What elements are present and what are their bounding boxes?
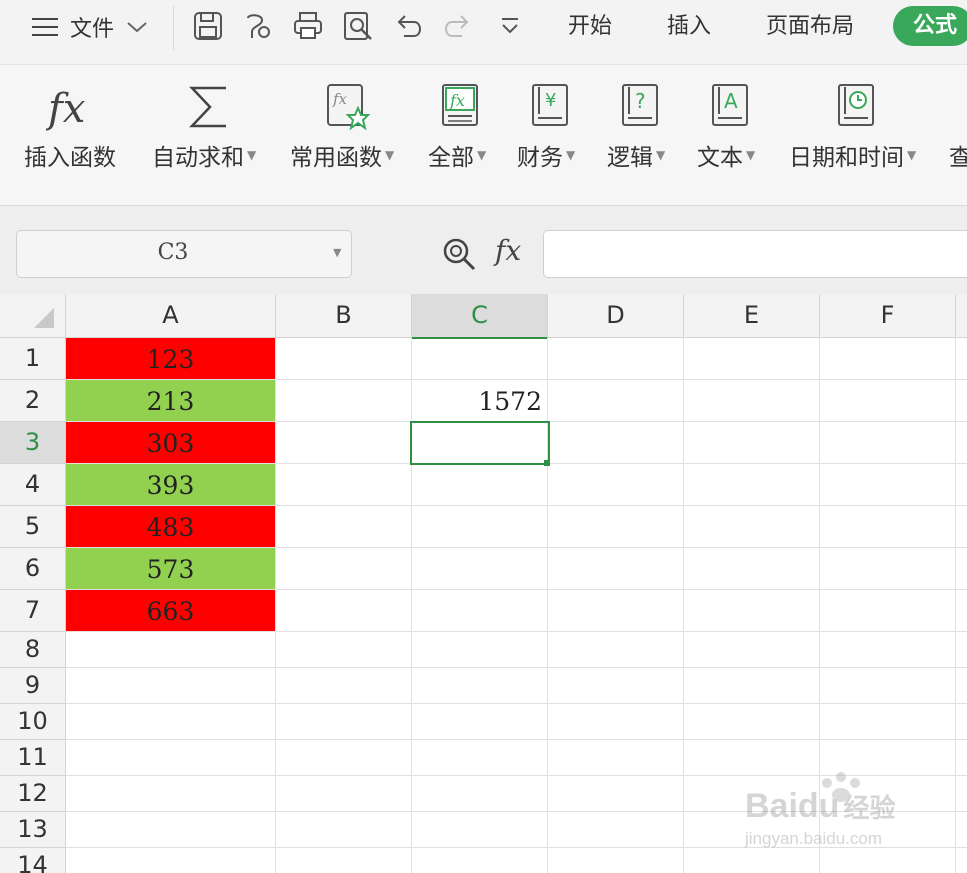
row-header-7[interactable]: 7	[0, 590, 66, 632]
watermark-suffix: 经验	[843, 793, 896, 823]
active-cell-c3[interactable]	[410, 421, 550, 465]
hamburger-icon	[32, 18, 58, 36]
financial-button[interactable]: 财务 ▼	[517, 138, 575, 172]
format-painter-icon[interactable]	[242, 10, 274, 42]
lookup-label: 查	[949, 145, 967, 171]
print-preview-icon[interactable]	[342, 10, 374, 42]
insert-function-label: 插入函数	[24, 145, 116, 171]
date-time-button[interactable]: 日期和时间 ▼	[789, 138, 916, 172]
cell-a7[interactable]: 663	[66, 590, 275, 631]
select-all-triangle-icon	[34, 308, 54, 328]
cell-a4[interactable]: 393	[66, 464, 275, 505]
tab-insert[interactable]: 插入	[667, 12, 711, 42]
file-menu-label: 文件	[70, 17, 115, 42]
caret-down-icon: ▼	[566, 148, 576, 162]
watermark-url: jingyan.baidu.com	[745, 829, 883, 848]
row-header-8[interactable]: 8	[0, 632, 66, 668]
row-header-9[interactable]: 9	[0, 668, 66, 704]
formula-input[interactable]	[543, 230, 967, 278]
row-header-3[interactable]: 3	[0, 422, 66, 464]
tab-home[interactable]: 开始	[568, 12, 612, 42]
all-functions-label: 全部	[428, 145, 474, 171]
yen-book-icon[interactable]: ¥	[530, 82, 572, 132]
undo-icon[interactable]	[392, 10, 424, 42]
row-header-11[interactable]: 11	[0, 740, 66, 776]
caret-down-icon: ▼	[385, 148, 395, 162]
row-header-6[interactable]: 6	[0, 548, 66, 590]
row-header-4[interactable]: 4	[0, 464, 66, 506]
column-header-e[interactable]: E	[684, 294, 820, 338]
svg-text:?: ?	[635, 89, 646, 113]
name-box-value: C3	[157, 240, 189, 265]
zoom-search-icon[interactable]	[441, 236, 477, 272]
sigma-icon[interactable]	[188, 82, 232, 132]
cell-c2[interactable]: 1572	[412, 380, 542, 421]
cell-a1[interactable]: 123	[66, 338, 275, 379]
chevron-down-icon	[127, 22, 147, 33]
name-box-dropdown-icon[interactable]: ▼	[333, 246, 341, 259]
baidu-jingyan-watermark: Baidu 经验 jingyan.baidu.com	[745, 765, 945, 855]
row-header-10[interactable]: 10	[0, 704, 66, 740]
select-all-corner[interactable]	[0, 294, 66, 338]
column-header-f[interactable]: F	[820, 294, 956, 338]
common-functions-button[interactable]: 常用函数 ▼	[290, 138, 394, 172]
cell-a5[interactable]: 483	[66, 506, 275, 547]
clock-book-icon[interactable]	[836, 82, 878, 132]
tab-page-layout[interactable]: 页面布局	[766, 12, 854, 42]
divider	[173, 6, 174, 50]
text-functions-button[interactable]: 文本 ▼	[697, 138, 755, 172]
autosum-label: 自动求和	[152, 145, 244, 171]
all-functions-button[interactable]: 全部 ▼	[428, 138, 486, 172]
cell-a2[interactable]: 213	[66, 380, 275, 421]
caret-down-icon: ▼	[656, 148, 666, 162]
column-header-b[interactable]: B	[276, 294, 412, 338]
question-book-icon[interactable]: ?	[620, 82, 662, 132]
row-header-13[interactable]: 13	[0, 812, 66, 848]
column-header-d[interactable]: D	[548, 294, 684, 338]
insert-function-button[interactable]: 插入函数	[24, 138, 116, 172]
text-functions-label: 文本	[697, 145, 743, 171]
watermark-brand: Baidu	[745, 787, 840, 825]
row-header-12[interactable]: 12	[0, 776, 66, 812]
logical-button[interactable]: 逻辑 ▼	[607, 138, 665, 172]
svg-text:A: A	[724, 89, 738, 113]
column-header-g[interactable]	[956, 294, 967, 338]
row-header-2[interactable]: 2	[0, 380, 66, 422]
text-book-icon[interactable]: A	[710, 82, 752, 132]
column-header-a[interactable]: A	[66, 294, 276, 338]
ribbon	[0, 65, 967, 206]
svg-text:¥: ¥	[545, 90, 556, 111]
fill-handle[interactable]	[544, 460, 550, 466]
autosum-button[interactable]: 自动求和 ▼	[152, 138, 256, 172]
svg-text:fx: fx	[46, 86, 85, 132]
fx-icon[interactable]: fx	[45, 82, 98, 132]
customize-toolbar-icon[interactable]	[494, 10, 526, 42]
star-function-icon[interactable]: fx	[325, 82, 371, 132]
cell-a6[interactable]: 573	[66, 548, 275, 589]
caret-down-icon: ▼	[247, 148, 257, 162]
svg-text:fx: fx	[449, 91, 465, 110]
row-header-1[interactable]: 1	[0, 338, 66, 380]
file-menu-button[interactable]: 文件	[30, 12, 148, 42]
column-header-c[interactable]: C	[412, 294, 548, 339]
cell-a3[interactable]: 303	[66, 422, 275, 463]
row-header-14[interactable]: 14	[0, 848, 66, 873]
caret-down-icon: ▼	[746, 148, 756, 162]
fx-insert-function-icon[interactable]: fx	[495, 234, 521, 267]
svg-text:fx: fx	[332, 90, 348, 108]
common-functions-label: 常用函数	[290, 145, 382, 171]
print-icon[interactable]	[292, 10, 324, 42]
redo-icon[interactable]	[442, 10, 474, 42]
lookup-button[interactable]: 查	[949, 138, 967, 172]
caret-down-icon: ▼	[907, 148, 917, 162]
logical-label: 逻辑	[607, 145, 653, 171]
tab-formulas[interactable]: 公式	[893, 6, 967, 46]
fx-book-icon[interactable]: fx	[440, 82, 482, 132]
financial-label: 财务	[517, 145, 563, 171]
caret-down-icon: ▼	[477, 148, 487, 162]
save-icon[interactable]	[192, 10, 224, 42]
date-time-label: 日期和时间	[789, 145, 904, 171]
row-header-5[interactable]: 5	[0, 506, 66, 548]
